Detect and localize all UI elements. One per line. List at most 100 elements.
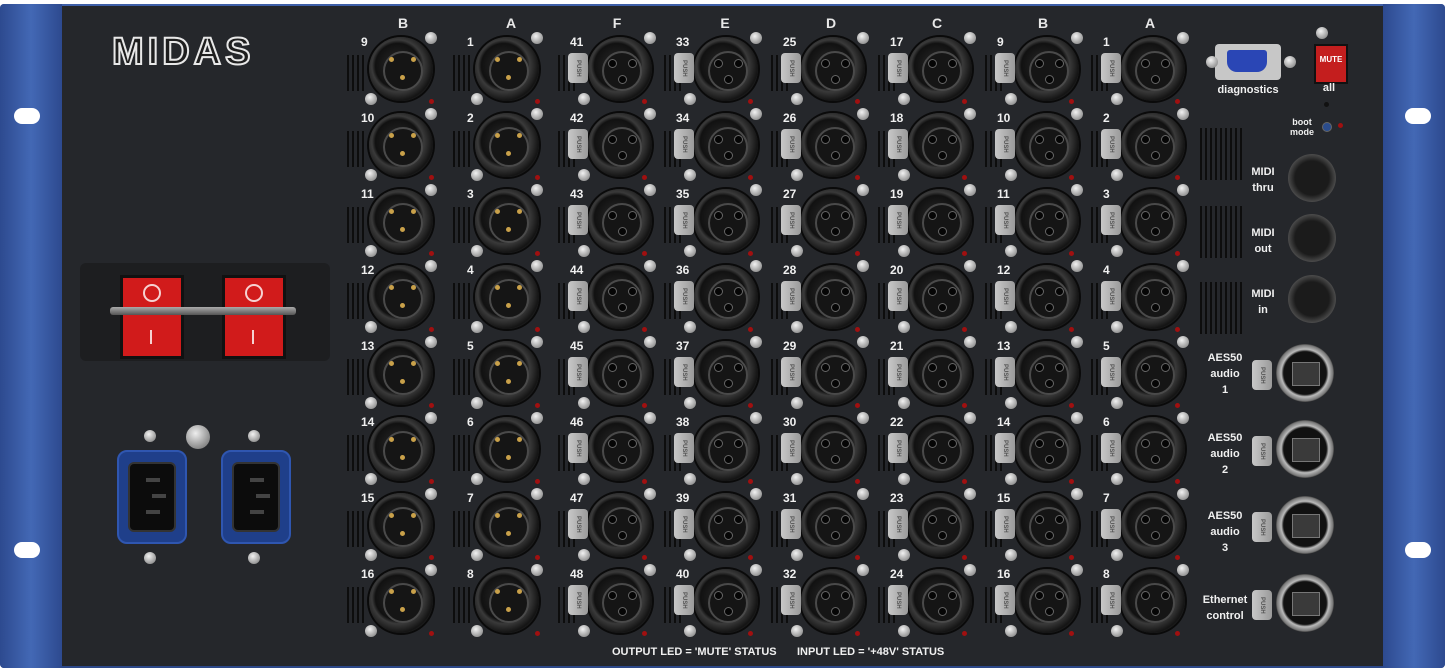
- push-release[interactable]: PUSH: [1101, 205, 1121, 235]
- push-release[interactable]: PUSH: [568, 205, 588, 235]
- mute-all-button[interactable]: MUTE: [1314, 44, 1348, 84]
- push-release[interactable]: PUSH: [674, 509, 694, 539]
- push-release[interactable]: PUSH: [781, 357, 801, 387]
- push-release[interactable]: PUSH: [568, 585, 588, 615]
- midi-out-port[interactable]: [1288, 214, 1336, 262]
- push-release[interactable]: PUSH: [568, 509, 588, 539]
- aes50-audio-3-port[interactable]: [1276, 496, 1334, 554]
- input-xlr-connector[interactable]: [908, 493, 972, 557]
- output-xlr-connector[interactable]: [369, 493, 433, 557]
- output-xlr-connector[interactable]: [369, 189, 433, 253]
- input-xlr-connector[interactable]: [908, 569, 972, 633]
- output-xlr-connector[interactable]: [475, 113, 539, 177]
- push-release[interactable]: PUSH: [568, 433, 588, 463]
- push-release[interactable]: PUSH: [995, 205, 1015, 235]
- output-xlr-connector[interactable]: [369, 569, 433, 633]
- boot-mode-button[interactable]: [1322, 122, 1332, 132]
- push-release[interactable]: PUSH: [674, 281, 694, 311]
- input-xlr-connector[interactable]: [588, 189, 652, 253]
- push-release[interactable]: PUSH: [781, 281, 801, 311]
- push-release[interactable]: PUSH: [781, 129, 801, 159]
- input-xlr-connector[interactable]: [694, 37, 758, 101]
- input-xlr-connector[interactable]: [908, 37, 972, 101]
- push-release[interactable]: PUSH: [995, 281, 1015, 311]
- input-xlr-connector[interactable]: [588, 113, 652, 177]
- input-xlr-connector[interactable]: [908, 417, 972, 481]
- output-xlr-connector[interactable]: [369, 341, 433, 405]
- push-release[interactable]: PUSH: [1252, 436, 1272, 466]
- input-xlr-connector[interactable]: [1121, 37, 1185, 101]
- input-xlr-connector[interactable]: [1015, 493, 1079, 557]
- input-xlr-connector[interactable]: [694, 417, 758, 481]
- push-release[interactable]: PUSH: [995, 585, 1015, 615]
- input-xlr-connector[interactable]: [694, 265, 758, 329]
- output-xlr-connector[interactable]: [475, 189, 539, 253]
- ethernet-control-port[interactable]: [1276, 574, 1334, 632]
- push-release[interactable]: PUSH: [568, 129, 588, 159]
- input-xlr-connector[interactable]: [1015, 265, 1079, 329]
- input-xlr-connector[interactable]: [588, 341, 652, 405]
- push-release[interactable]: PUSH: [1101, 509, 1121, 539]
- push-release[interactable]: PUSH: [674, 585, 694, 615]
- output-xlr-connector[interactable]: [475, 569, 539, 633]
- input-xlr-connector[interactable]: [801, 341, 865, 405]
- midi-thru-port[interactable]: [1288, 154, 1336, 202]
- push-release[interactable]: PUSH: [781, 53, 801, 83]
- output-xlr-connector[interactable]: [369, 265, 433, 329]
- power-switch-1[interactable]: [120, 275, 184, 359]
- push-release[interactable]: PUSH: [888, 205, 908, 235]
- input-xlr-connector[interactable]: [1121, 417, 1185, 481]
- push-release[interactable]: PUSH: [781, 585, 801, 615]
- input-xlr-connector[interactable]: [908, 265, 972, 329]
- diagnostics-port[interactable]: [1215, 44, 1281, 80]
- push-release[interactable]: PUSH: [888, 357, 908, 387]
- output-xlr-connector[interactable]: [475, 37, 539, 101]
- push-release[interactable]: PUSH: [674, 205, 694, 235]
- input-xlr-connector[interactable]: [1015, 417, 1079, 481]
- aes50-audio-1-port[interactable]: [1276, 344, 1334, 402]
- push-release[interactable]: PUSH: [888, 433, 908, 463]
- output-xlr-connector[interactable]: [369, 37, 433, 101]
- input-xlr-connector[interactable]: [588, 569, 652, 633]
- push-release[interactable]: PUSH: [568, 357, 588, 387]
- input-xlr-connector[interactable]: [694, 493, 758, 557]
- push-release[interactable]: PUSH: [888, 509, 908, 539]
- input-xlr-connector[interactable]: [694, 569, 758, 633]
- input-xlr-connector[interactable]: [694, 341, 758, 405]
- input-xlr-connector[interactable]: [1121, 569, 1185, 633]
- push-release[interactable]: PUSH: [568, 281, 588, 311]
- input-xlr-connector[interactable]: [1015, 113, 1079, 177]
- push-release[interactable]: PUSH: [1252, 512, 1272, 542]
- input-xlr-connector[interactable]: [801, 265, 865, 329]
- input-xlr-connector[interactable]: [1015, 37, 1079, 101]
- push-release[interactable]: PUSH: [1101, 281, 1121, 311]
- push-release[interactable]: PUSH: [995, 53, 1015, 83]
- push-release[interactable]: PUSH: [674, 53, 694, 83]
- push-release[interactable]: PUSH: [568, 53, 588, 83]
- input-xlr-connector[interactable]: [1121, 265, 1185, 329]
- power-inlet-1[interactable]: [117, 450, 187, 544]
- push-release[interactable]: PUSH: [888, 281, 908, 311]
- push-release[interactable]: PUSH: [995, 509, 1015, 539]
- recessed-button[interactable]: [1324, 102, 1329, 107]
- input-xlr-connector[interactable]: [801, 37, 865, 101]
- input-xlr-connector[interactable]: [908, 189, 972, 253]
- push-release[interactable]: PUSH: [888, 53, 908, 83]
- input-xlr-connector[interactable]: [588, 417, 652, 481]
- input-xlr-connector[interactable]: [1015, 341, 1079, 405]
- input-xlr-connector[interactable]: [1121, 493, 1185, 557]
- input-xlr-connector[interactable]: [588, 37, 652, 101]
- input-xlr-connector[interactable]: [908, 341, 972, 405]
- output-xlr-connector[interactable]: [475, 417, 539, 481]
- push-release[interactable]: PUSH: [1252, 590, 1272, 620]
- input-xlr-connector[interactable]: [1121, 189, 1185, 253]
- push-release[interactable]: PUSH: [1101, 433, 1121, 463]
- midi-in-port[interactable]: [1288, 275, 1336, 323]
- input-xlr-connector[interactable]: [694, 189, 758, 253]
- input-xlr-connector[interactable]: [1121, 113, 1185, 177]
- output-xlr-connector[interactable]: [475, 341, 539, 405]
- input-xlr-connector[interactable]: [801, 417, 865, 481]
- push-release[interactable]: PUSH: [995, 433, 1015, 463]
- push-release[interactable]: PUSH: [1101, 585, 1121, 615]
- aes50-audio-2-port[interactable]: [1276, 420, 1334, 478]
